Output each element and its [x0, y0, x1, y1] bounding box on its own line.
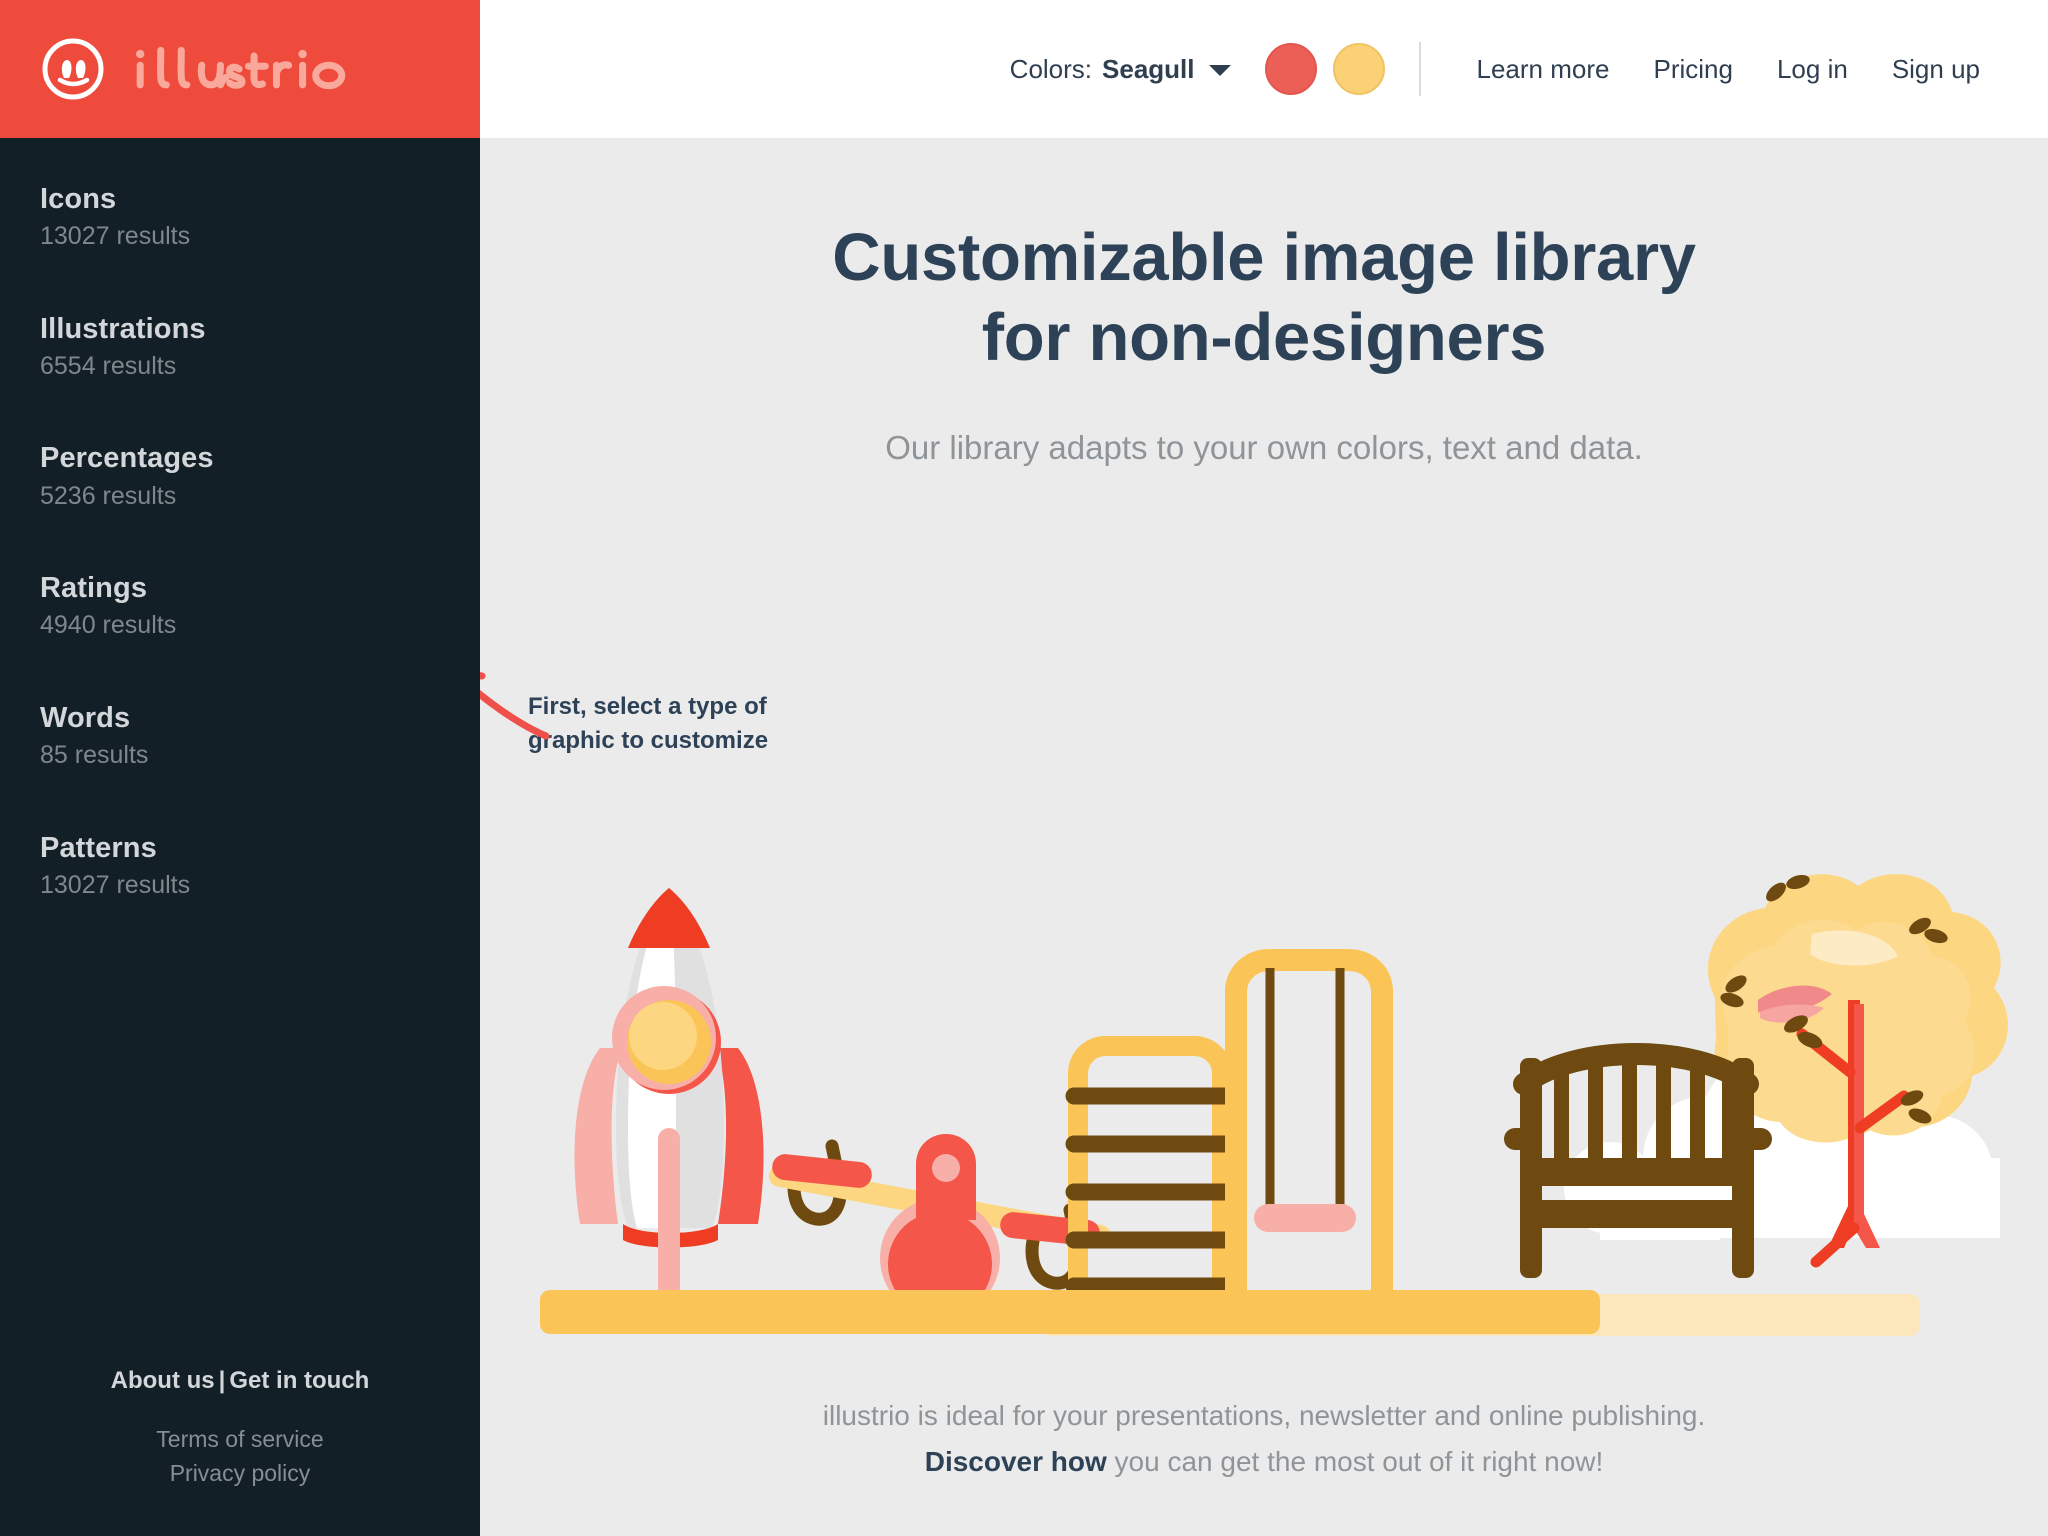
discover-how-link[interactable]: Discover how — [925, 1446, 1107, 1477]
footer-link-privacy[interactable]: Privacy policy — [0, 1457, 480, 1490]
ladder-icon — [1065, 1036, 1237, 1310]
annotation: First, select a type of graphic to custo… — [480, 672, 858, 758]
sidebar-item-count: 85 results — [40, 741, 149, 770]
main-content: Customizable image library for non-desig… — [480, 138, 2048, 1536]
nav-divider — [1418, 42, 1421, 96]
tagline-line-1: illustrio is ideal for your presentation… — [822, 1400, 1706, 1432]
sidebar-item-count: 13027 results — [40, 870, 191, 899]
annotation-line-2: graphic to customize — [528, 727, 769, 755]
curved-arrow-left-icon — [480, 672, 550, 740]
chevron-down-icon — [1208, 65, 1231, 76]
playground-illustration — [540, 874, 2008, 1336]
sidebar-item-label: Illustrations — [40, 312, 206, 345]
sidebar-item-icons[interactable]: Icons 13027 results — [0, 182, 480, 256]
colors-dropdown[interactable]: Colors: Seagull — [1010, 54, 1231, 85]
colors-dropdown-label: Colors: — [1009, 53, 1093, 84]
page-subtitle: Our library adapts to your own colors, t… — [885, 429, 1643, 467]
top-bar: Colors: Seagull Learn more Pricing Log i… — [0, 0, 2048, 138]
nav-links: Learn more Pricing Log in Sign up — [1455, 46, 2002, 93]
sidebar-item-count: 5236 results — [40, 481, 177, 510]
nav-link-pricing[interactable]: Pricing — [1631, 46, 1754, 93]
sidebar-item-label: Ratings — [40, 572, 148, 605]
sidebar-item-label: Percentages — [40, 442, 214, 475]
sidebar-item-count: 13027 results — [40, 222, 191, 251]
sidebar-item-words[interactable]: Words 85 results — [0, 701, 480, 775]
sidebar-item-count: 4940 results — [40, 611, 177, 640]
ground-bar — [540, 1290, 1920, 1336]
tagline-line-2: Discover how you can get the most out of… — [480, 1439, 2048, 1484]
top-navigation: Colors: Seagull Learn more Pricing Log i… — [480, 0, 2048, 138]
illustrio-circle-logo-icon — [42, 38, 104, 100]
sidebar-items: Icons 13027 results Illustrations 6554 r… — [0, 182, 480, 1367]
sidebar-footer: About us | Get in touch Terms of service P… — [0, 1367, 480, 1498]
rocket-icon — [574, 888, 764, 1298]
footer-link-get-in-touch[interactable]: Get in touch — [229, 1367, 369, 1394]
sidebar-item-label: Icons — [40, 183, 117, 215]
colors-dropdown-value: Seagull — [1102, 53, 1195, 84]
nav-link-learn-more[interactable]: Learn more — [1455, 46, 1632, 93]
page-title-line-2: for non-designers — [981, 299, 1547, 375]
footer-primary-links: About us | Get in touch — [0, 1367, 480, 1395]
brand-wordmark — [136, 46, 346, 90]
sidebar-item-label: Words — [40, 701, 131, 734]
bench-icon — [1504, 1043, 1772, 1278]
footer-link-about-us[interactable]: About us — [111, 1367, 215, 1394]
sidebar-item-count: 6554 results — [40, 351, 177, 380]
page-title: Customizable image library for non-desig… — [480, 138, 2048, 377]
swing-icon — [1225, 949, 1393, 1311]
sidebar: Icons 13027 results Illustrations 6554 r… — [0, 138, 480, 1536]
footer-separator: | — [218, 1367, 226, 1395]
body: Icons 13027 results Illustrations 6554 r… — [0, 138, 2048, 1536]
sidebar-item-ratings[interactable]: Ratings 4940 results — [0, 571, 480, 645]
swatch-coral[interactable] — [1264, 43, 1317, 95]
tagline-line-2-rest: you can get the most out of it right now… — [1106, 1445, 1604, 1477]
footer-tagline: illustrio is ideal for your presentation… — [480, 1393, 2048, 1484]
swatch-amber[interactable] — [1332, 43, 1385, 95]
annotation-line-1: First, select a type of — [528, 693, 767, 720]
sidebar-item-patterns[interactable]: Patterns 13027 results — [0, 831, 480, 905]
color-swatches — [1264, 43, 1385, 95]
sidebar-item-label: Patterns — [40, 831, 157, 864]
brand-logo[interactable] — [0, 0, 480, 138]
nav-link-sign-up[interactable]: Sign up — [1870, 46, 2002, 93]
sidebar-item-illustrations[interactable]: Illustrations 6554 results — [0, 312, 480, 386]
nav-link-log-in[interactable]: Log in — [1755, 46, 1870, 93]
page-root: Colors: Seagull Learn more Pricing Log i… — [0, 0, 2048, 1536]
sidebar-item-percentages[interactable]: Percentages 5236 results — [0, 441, 480, 515]
page-title-line-1: Customizable image library — [832, 220, 1696, 295]
footer-link-terms[interactable]: Terms of service — [0, 1423, 480, 1456]
